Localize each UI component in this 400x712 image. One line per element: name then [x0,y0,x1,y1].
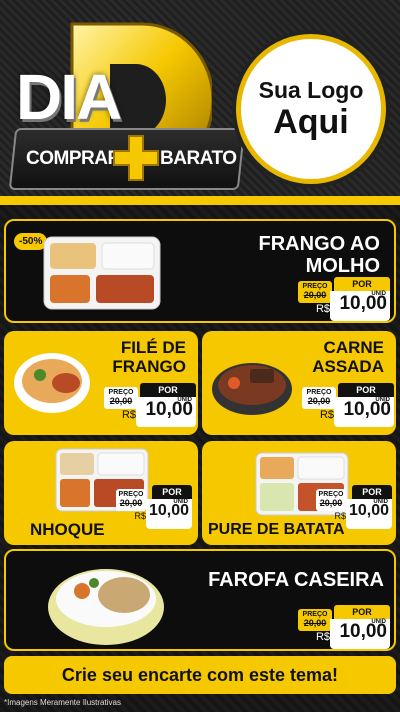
product-title: FILÉ DE FRANGO [112,338,186,376]
logo-line-1: Sua Logo [258,77,364,103]
price-tag: POR PREÇO 20,00 R$ UNID 10,00 [112,485,192,531]
cta-banner[interactable]: Crie seu encarte com este tema! [4,656,396,694]
product-title: FAROFA CASEIRA [208,569,384,591]
product-card-frango-ao-molho[interactable]: -50% FRANGO AO MOLHO POR PREÇO 20,00 R$ UN… [4,219,396,323]
food-bowl-image [14,353,90,413]
food-bowl-image [212,363,292,415]
product-card-file-de-frango[interactable]: FILÉ DE FRANGO POR PREÇO 20,00 R$ UNID 10,… [4,331,198,435]
food-tray-image [43,236,161,310]
price-tag: POR PREÇO 20,00 R$ UNID 10,00 [294,605,390,649]
header-stripe [0,196,400,205]
product-card-carne-assada[interactable]: CARNE ASSADA POR PREÇO 20,00 R$ UNID 10,00 [202,331,396,435]
ribbon-barato: BARATO [160,148,237,169]
ribbon-comprar: COMPRAR [26,148,121,169]
flyer-page: DIA COMPRAR BARATO Sua Logo Aqui -50% FR… [0,0,400,712]
plus-icon [113,135,159,181]
product-title: NHOQUE [30,520,105,539]
product-title: CARNE ASSADA [312,338,384,376]
logo-line-2: Aqui [273,103,349,141]
product-card-farofa-caseira[interactable]: FAROFA CASEIRA POR PREÇO 20,00 R$ UNID 10… [4,549,396,651]
food-bowl-image [48,569,164,645]
header-banner: DIA COMPRAR BARATO Sua Logo Aqui [0,0,400,205]
product-title: FRANGO AO MOLHO [258,233,380,277]
price-tag: POR PREÇO 20,00 R$ UNID 10,00 [298,383,394,429]
logo-placeholder[interactable]: Sua Logo Aqui [236,34,386,184]
price-tag: POR PREÇO 20,00 R$ UNID 10,00 [100,383,196,429]
cta-text: Crie seu encarte com este tema! [61,665,339,685]
product-card-pure-de-batata[interactable]: PURE DE BATATA POR PREÇO 20,00 R$ UNID 10… [202,441,396,545]
disclaimer-text: *Imagens Meramente Ilustrativas [4,698,121,707]
price-tag: POR PREÇO 20,00 R$ UNID 10,00 [312,485,392,531]
dia-title: DIA [16,61,122,133]
price-tag: POR PREÇO 20,00 R$ UNID 10,00 [294,277,390,321]
product-card-nhoque[interactable]: NHOQUE POR PREÇO 20,00 R$ UNID 10,00 [4,441,198,545]
